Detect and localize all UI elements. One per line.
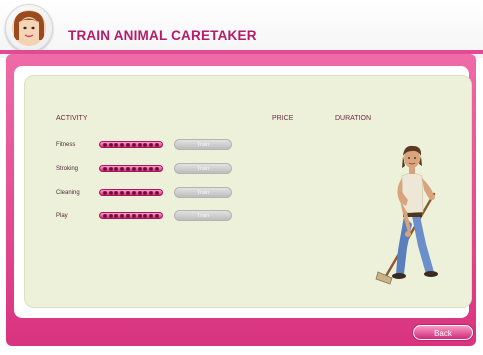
skill-pip bbox=[120, 166, 125, 171]
column-header-activity: ACTIVITY bbox=[56, 115, 88, 122]
skill-pip bbox=[143, 142, 148, 147]
activity-label-fitness: Fitness bbox=[56, 142, 76, 148]
skill-pip bbox=[126, 213, 131, 218]
back-button[interactable]: Back bbox=[413, 325, 473, 340]
skill-pip bbox=[155, 142, 160, 147]
skill-pip bbox=[143, 166, 148, 171]
skill-pip bbox=[120, 213, 125, 218]
skill-pip bbox=[155, 213, 160, 218]
skill-pip bbox=[143, 213, 148, 218]
train-button-cleaning[interactable]: Train bbox=[174, 187, 232, 198]
skill-pip bbox=[137, 142, 142, 147]
skill-pip bbox=[143, 190, 148, 195]
train-caretaker-window: TRAIN ANIMAL CARETAKER ACTIVITY PRICE DU… bbox=[0, 0, 483, 355]
skill-pip bbox=[131, 166, 136, 171]
skill-bar-fitness bbox=[99, 141, 163, 148]
skill-pip bbox=[149, 213, 154, 218]
activity-label-stroking: Stroking bbox=[56, 166, 79, 172]
skill-pip bbox=[149, 190, 154, 195]
caretaker-figure bbox=[374, 142, 454, 292]
skill-pip bbox=[108, 213, 113, 218]
skill-pip bbox=[126, 142, 131, 147]
skill-pip bbox=[126, 190, 131, 195]
skill-pip bbox=[102, 166, 107, 171]
train-button-play[interactable]: Train bbox=[174, 210, 232, 221]
skill-pip bbox=[131, 190, 136, 195]
skill-pip bbox=[114, 213, 119, 218]
skill-pip bbox=[137, 166, 142, 171]
activity-label-play: Play bbox=[56, 213, 68, 219]
skill-pip bbox=[155, 190, 160, 195]
train-button-stroking[interactable]: Train bbox=[174, 163, 232, 174]
column-header-price: PRICE bbox=[272, 115, 294, 122]
skill-pip bbox=[120, 190, 125, 195]
skill-pip bbox=[126, 166, 131, 171]
column-header-duration: DURATION bbox=[335, 115, 372, 122]
activity-label-cleaning: Cleaning bbox=[56, 190, 80, 196]
skill-bar-stroking bbox=[99, 165, 163, 172]
train-button-fitness[interactable]: Train bbox=[174, 139, 232, 150]
player-avatar-icon bbox=[12, 10, 46, 46]
skill-pip bbox=[102, 213, 107, 218]
skill-pip bbox=[114, 142, 119, 147]
skill-pip bbox=[155, 166, 160, 171]
player-avatar bbox=[5, 4, 53, 52]
skill-pip bbox=[137, 213, 142, 218]
skill-pip bbox=[108, 190, 113, 195]
skill-bar-play bbox=[99, 212, 163, 219]
skill-pip bbox=[149, 166, 154, 171]
skill-pip bbox=[114, 166, 119, 171]
skill-pip bbox=[149, 142, 154, 147]
skill-pip bbox=[114, 190, 119, 195]
skill-pip bbox=[131, 142, 136, 147]
page-title: TRAIN ANIMAL CARETAKER bbox=[68, 28, 257, 43]
skill-bar-cleaning bbox=[99, 189, 163, 196]
skill-pip bbox=[108, 166, 113, 171]
skill-pip bbox=[108, 142, 113, 147]
skill-pip bbox=[102, 142, 107, 147]
skill-pip bbox=[137, 190, 142, 195]
skill-pip bbox=[102, 190, 107, 195]
skill-pip bbox=[131, 213, 136, 218]
skill-pip bbox=[120, 142, 125, 147]
